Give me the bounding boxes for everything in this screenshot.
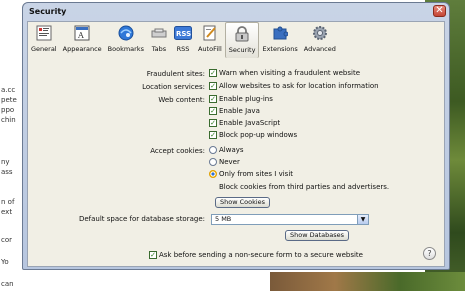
- show-databases-button[interactable]: Show Databases: [285, 230, 349, 241]
- close-button[interactable]: ✕: [433, 5, 446, 17]
- nonsecure-form-checkbox[interactable]: ✓ Ask before sending a non-secure form t…: [149, 251, 363, 259]
- tab-label: Bookmarks: [107, 45, 144, 53]
- background-text: can: [1, 280, 14, 288]
- svg-text:RSS: RSS: [176, 30, 191, 38]
- tab-label: Extensions: [262, 45, 298, 53]
- checkbox-checked: ✓: [209, 81, 217, 90]
- enable-plugins-checkbox[interactable]: ✓ Enable plug-ins: [209, 95, 273, 103]
- window-title: Security: [29, 7, 67, 16]
- tab-label: RSS: [176, 45, 190, 53]
- tab-bookmarks[interactable]: Bookmarks: [105, 22, 147, 58]
- cookies-visited-sites-radio[interactable]: Only from sites I visit: [209, 170, 293, 178]
- svg-text:A: A: [77, 31, 84, 40]
- tab-label: General: [31, 45, 57, 53]
- tab-label: Advanced: [303, 45, 336, 53]
- cookies-never-radio[interactable]: Never: [209, 158, 240, 166]
- tab-label: Appearance: [62, 45, 102, 53]
- cookies-note: Block cookies from third parties and adv…: [219, 183, 390, 191]
- tabs-icon: [150, 24, 168, 42]
- option-label: Enable Java: [219, 107, 260, 115]
- preferences-window: Security ✕ General A Appearance Bookmark…: [22, 2, 450, 270]
- checkbox-checked: ✓: [209, 118, 217, 127]
- checkbox-checked: ✓: [209, 130, 217, 139]
- fraudulent-sites-label: Fraudulent sites:: [146, 70, 205, 78]
- background-photo: [270, 272, 465, 291]
- fraudulent-site-warning-checkbox[interactable]: ✓ Warn when visiting a fraudulent websit…: [209, 69, 360, 77]
- tab-general[interactable]: General: [28, 22, 60, 58]
- general-icon: [35, 24, 53, 42]
- enable-javascript-checkbox[interactable]: ✓ Enable JavaScript: [209, 119, 280, 127]
- option-label: Block pop-up windows: [219, 131, 298, 139]
- tab-label: Tabs: [151, 45, 167, 53]
- chevron-down-icon: ▼: [357, 215, 368, 224]
- tab-label: AutoFill: [197, 45, 222, 53]
- show-cookies-button[interactable]: Show Cookies: [215, 197, 270, 208]
- location-services-checkbox[interactable]: ✓ Allow websites to ask for location inf…: [209, 82, 379, 90]
- cookies-always-radio[interactable]: Always: [209, 146, 244, 154]
- radio-unselected: [209, 146, 217, 154]
- tab-security[interactable]: Security: [224, 22, 260, 58]
- help-button[interactable]: ?: [423, 247, 436, 260]
- checkbox-checked: ✓: [149, 250, 157, 259]
- option-label: Ask before sending a non-secure form to …: [159, 251, 363, 259]
- option-label: Always: [219, 146, 244, 154]
- option-label: Allow websites to ask for location infor…: [219, 82, 379, 90]
- preferences-content: General A Appearance Bookmarks Tabs RSS …: [27, 21, 445, 267]
- checkbox-checked: ✓: [209, 106, 217, 115]
- rss-icon: RSS: [173, 24, 192, 42]
- database-storage-select[interactable]: 5 MB ▼: [211, 214, 369, 225]
- title-bar[interactable]: Security ✕: [23, 3, 449, 20]
- enable-java-checkbox[interactable]: ✓ Enable Java: [209, 107, 260, 115]
- tab-appearance[interactable]: A Appearance: [60, 22, 105, 58]
- bookmarks-icon: [117, 24, 135, 42]
- option-label: Only from sites I visit: [219, 170, 294, 178]
- accept-cookies-label: Accept cookies:: [150, 147, 205, 155]
- radio-selected: [209, 170, 217, 178]
- option-label: Enable plug-ins: [219, 95, 273, 103]
- tab-rss[interactable]: RSS RSS: [171, 22, 195, 58]
- option-label: Never: [219, 158, 240, 166]
- gear-icon: [311, 24, 329, 42]
- tab-autofill[interactable]: AutoFill: [195, 22, 225, 58]
- tab-extensions[interactable]: Extensions: [259, 22, 300, 58]
- web-content-label: Web content:: [158, 96, 205, 104]
- option-label: Enable JavaScript: [219, 119, 281, 127]
- checkbox-checked: ✓: [209, 68, 217, 77]
- checkbox-checked: ✓: [209, 94, 217, 103]
- option-label: Warn when visiting a fraudulent website: [219, 69, 361, 77]
- tab-label: Security: [228, 46, 256, 54]
- database-storage-label: Default space for database storage:: [78, 215, 205, 223]
- extensions-icon: [271, 24, 289, 42]
- autofill-icon: [201, 24, 219, 42]
- tab-tabs[interactable]: Tabs: [147, 22, 171, 58]
- block-popups-checkbox[interactable]: ✓ Block pop-up windows: [209, 131, 297, 139]
- tab-advanced[interactable]: Advanced: [301, 22, 339, 58]
- radio-unselected: [209, 158, 217, 166]
- appearance-icon: A: [73, 24, 91, 42]
- lock-icon: [233, 25, 251, 43]
- preferences-toolbar: General A Appearance Bookmarks Tabs RSS …: [28, 22, 444, 58]
- database-storage-value: 5 MB: [215, 215, 232, 223]
- location-services-label: Location services:: [142, 83, 205, 91]
